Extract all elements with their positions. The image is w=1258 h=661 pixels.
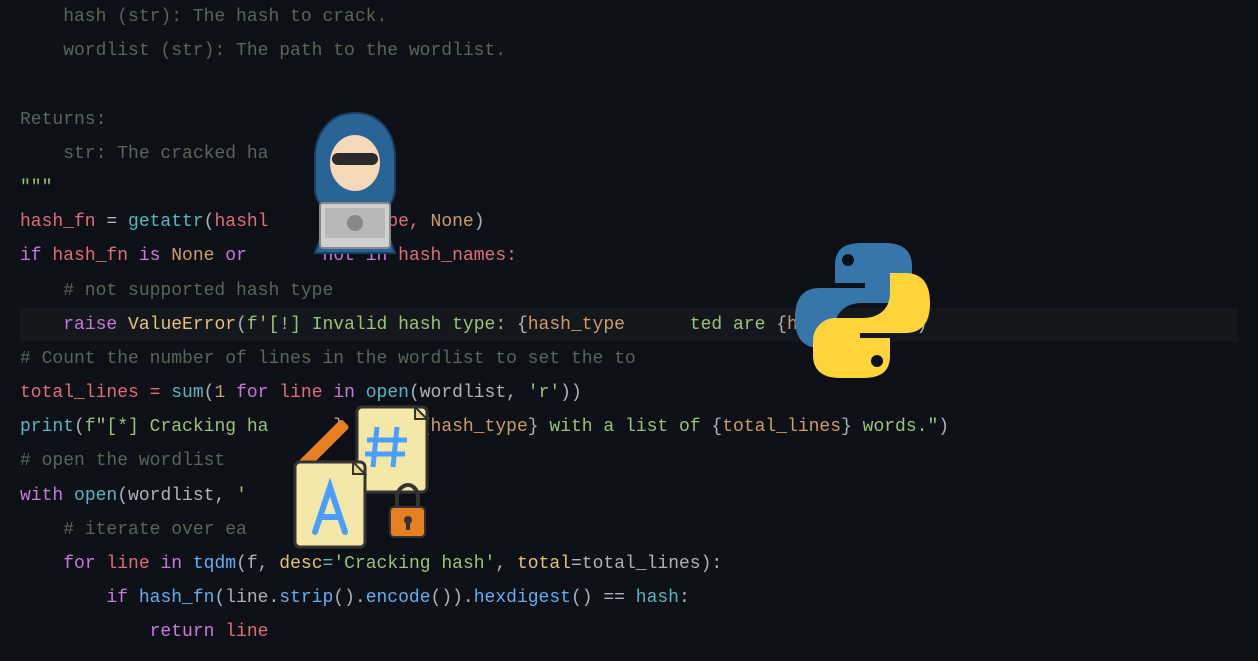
blank-line — [20, 68, 1238, 102]
python-icon — [790, 238, 935, 383]
comment-iterate: # iterate over ea e — [20, 513, 1238, 547]
docstring-param1: hash (str): The hash to crack. — [20, 7, 387, 27]
comment-count: # Count the number of lines in the wordl… — [20, 349, 636, 369]
docstring-param2: wordlist (str): The path to the wordlist… — [20, 41, 506, 61]
code-editor[interactable]: hash (str): The hash to crack. wordlist … — [20, 0, 1238, 650]
code-line-hashfn: hash_fn = getattr(hashl h_type, None) — [20, 205, 1238, 239]
code-line-print: print(f"[*] Cracking ha } using {hash_ty… — [20, 410, 1238, 444]
hacker-icon — [280, 108, 430, 258]
code-line-total: total_lines = sum(1 for line in open(wor… — [20, 376, 1238, 410]
code-line-if: if hash_fn is None or not in hash_names: — [20, 239, 1238, 273]
docstring-end: """ — [20, 178, 52, 198]
code-line-with: with open(wordlist, ' — [20, 479, 1238, 513]
comment-open-wordlist: # open the wordlist — [20, 451, 225, 471]
code-line-return: return line — [20, 615, 1238, 649]
code-line-raise: raise ValueError(f'[!] Invalid hash type… — [20, 308, 1238, 342]
code-line-for: for line in tqdm(f, desc='Cracking hash'… — [20, 547, 1238, 581]
comment-not-supported: # not supported hash type — [20, 281, 333, 301]
code-line-if-hash: if hash_fn(line.strip().encode()).hexdig… — [20, 581, 1238, 615]
file-hash-icon — [285, 402, 435, 557]
docstring-returns: Returns: — [20, 110, 106, 130]
docstring-return-val: str: The cracked ha — [20, 144, 268, 164]
